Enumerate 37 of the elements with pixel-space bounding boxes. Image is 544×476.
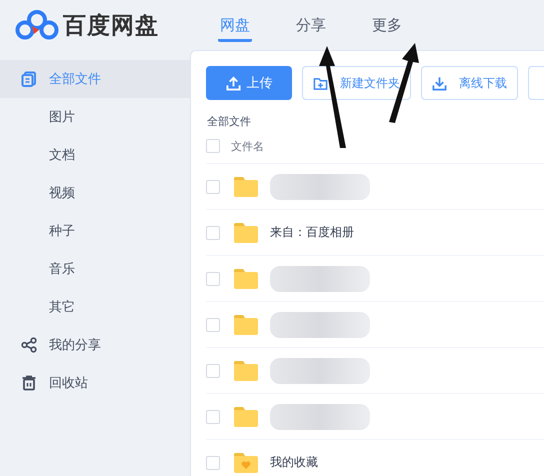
folder-icon	[233, 176, 259, 198]
row-checkbox[interactable]	[206, 226, 220, 240]
files-icon	[20, 71, 36, 87]
select-all-checkbox[interactable]	[206, 139, 220, 153]
cloud-logo-icon	[15, 9, 59, 41]
row-checkbox[interactable]	[206, 410, 220, 424]
sidebar-item[interactable]: 文档	[0, 136, 190, 174]
folder-icon	[233, 314, 259, 336]
column-header: 文件名	[231, 138, 264, 154]
trash-icon	[20, 375, 36, 391]
row-checkbox[interactable]	[206, 456, 220, 470]
app-name: 百度网盘	[63, 12, 159, 40]
file-name[interactable]: 来自：百度相册	[270, 224, 354, 241]
row-checkbox[interactable]	[206, 180, 220, 194]
folder-icon	[233, 222, 259, 244]
sidebar-item[interactable]: 我的分享	[0, 326, 190, 364]
folder-icon	[233, 360, 259, 382]
row-checkbox[interactable]	[206, 318, 220, 332]
file-name[interactable]: 我的收藏	[270, 454, 318, 471]
row-checkbox[interactable]	[206, 364, 220, 378]
breadcrumb: 全部文件	[207, 114, 252, 129]
sidebar-item[interactable]: 图片	[0, 98, 190, 136]
nav-tab[interactable]: 分享	[294, 8, 328, 42]
heart-folder-icon	[233, 452, 259, 474]
row-checkbox[interactable]	[206, 272, 220, 286]
folder-icon	[233, 268, 259, 290]
upload-icon	[226, 76, 240, 90]
sidebar-item[interactable]: 种子	[0, 212, 190, 250]
share-icon	[20, 337, 36, 353]
folder-plus-icon	[313, 76, 328, 90]
nav-tab[interactable]: 更多	[370, 8, 404, 42]
sidebar-item[interactable]: 视频	[0, 174, 190, 212]
sidebar-item[interactable]: 音乐	[0, 250, 190, 288]
download-icon	[432, 76, 447, 90]
sidebar-item[interactable]: 回收站	[0, 364, 190, 402]
sidebar-item[interactable]: 其它	[0, 288, 190, 326]
folder-icon	[233, 406, 259, 428]
